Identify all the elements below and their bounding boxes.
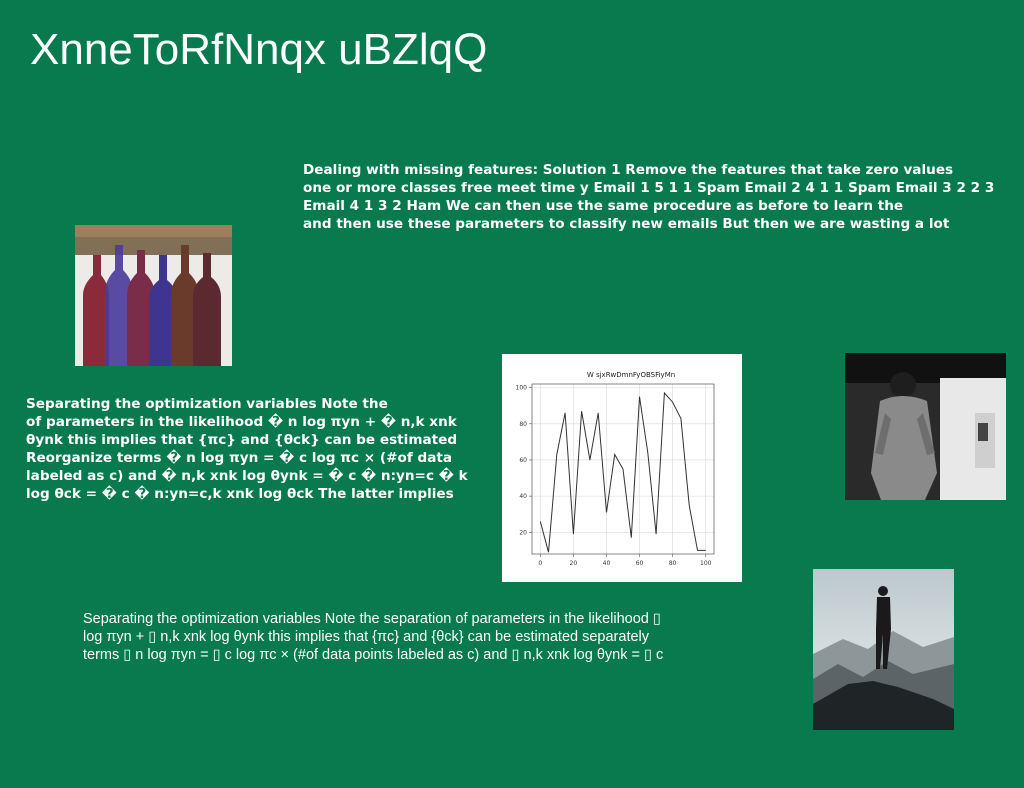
text-line: one or more classes free meet time y Ema… [303,180,995,196]
text-line: terms ▯ n log πyn = ▯ c log πc × (#of da… [83,647,664,663]
x-tick-label: 80 [669,560,677,567]
text-line: labeled as c) and � n,k xnk log θynk = �… [26,468,468,484]
text-line: log θck = � c � n:yn=c,k xnk log θck The… [26,486,454,502]
text-line: θynk this implies that {πc} and {θck} ca… [26,432,458,448]
x-tick-label: 60 [636,560,644,567]
text-block-separation: Separating the optimization variables No… [83,610,663,664]
bottles-painting-image [75,225,232,366]
man-window-photo [845,353,1006,500]
x-tick-label: 20 [570,560,578,567]
line-chart-svg: W sjxRwDmnFyOBSFiyMn 0 20 40 60 80 100 20 40 60 8… [516,371,715,567]
text-line: Separating the optimization variables No… [83,611,661,627]
x-tick-label: 100 [700,560,712,567]
text-block-optimization: Separating the optimization variables No… [26,395,468,503]
x-tick-label: 40 [603,560,611,567]
chart-title: W sjxRwDmnFyOBSFiyMn [587,371,675,379]
y-tick-label: 40 [519,493,527,500]
y-tick-label: 20 [519,529,527,536]
series-line [539,391,706,553]
x-tick-label: 0 [538,560,542,567]
text-line: Dealing with missing features: Solution … [303,162,954,178]
text-line: Separating the optimization variables No… [26,396,388,412]
text-line: and then use these parameters to classif… [303,216,950,232]
text-line: Reorganize terms � n log πyn = � c log π… [26,450,453,466]
slide-title: XnneToRfNnqx uBZlqQ [30,25,488,74]
y-tick-label: 80 [519,421,527,428]
text-block-missing-features: Dealing with missing features: Solution … [303,161,994,233]
y-tick-label: 60 [519,457,527,464]
hiker-mountain-photo [813,569,954,730]
line-chart: W sjxRwDmnFyOBSFiyMn 0 20 40 60 80 100 20 40 60 8… [502,354,742,582]
text-line: Email 4 1 3 2 Ham We can then use the sa… [303,198,904,214]
text-line: log πyn + ▯ n,k xnk log θynk this implie… [83,629,650,645]
text-line: of parameters in the likelihood � n log … [26,414,457,430]
y-tick-label: 100 [516,385,528,392]
